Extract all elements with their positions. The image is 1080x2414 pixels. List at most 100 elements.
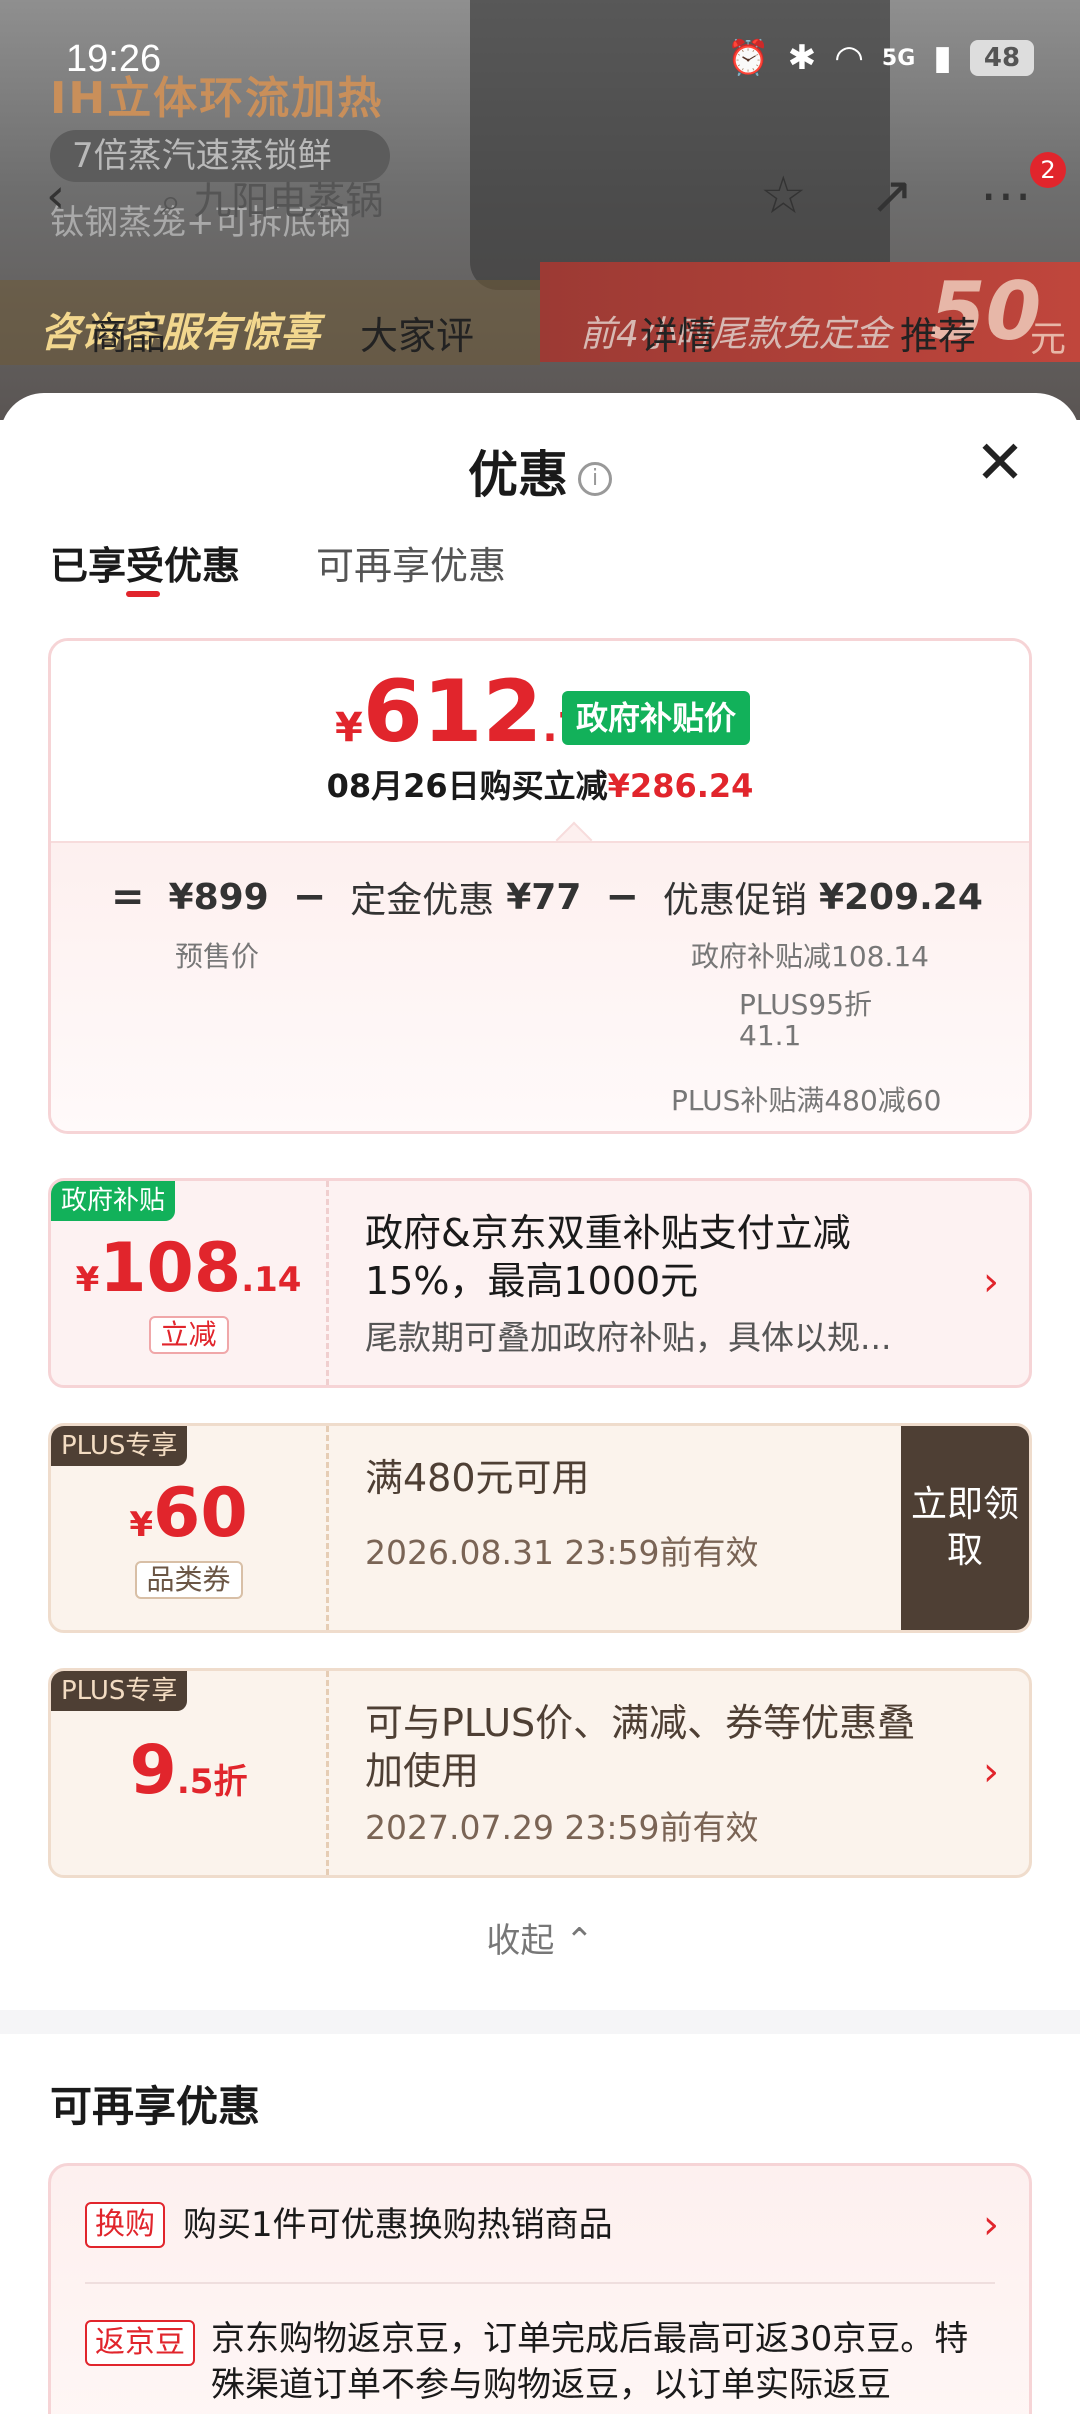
minus-sign: − (292, 874, 327, 920)
plus-bonus-detail: PLUS补贴满480减60 (671, 1084, 942, 1117)
price-summary-upper: ¥ 612 .76 政府补贴价 08月26日购买立减¥286.24 (51, 641, 1029, 841)
share-icon[interactable]: ↗ (870, 166, 914, 226)
price-saving-line: 08月26日购买立减¥286.24 (51, 761, 1029, 807)
price-summary-card: ¥ 612 .76 政府补贴价 08月26日购买立减¥286.24 = ¥899… (48, 638, 1032, 1134)
coupon-desc: 2026.08.31 23:59前有效 (365, 1533, 759, 1572)
search-text: 九阳电蒸锅 (193, 179, 384, 223)
coupon-amount: ¥60 (51, 1474, 326, 1553)
coupon-sub-label: 品类券 (134, 1561, 243, 1599)
plus95-amount: 41.1 (739, 1019, 802, 1052)
presale-label: 预售价 (175, 940, 260, 973)
status-bar: 19:26 ⏰ ✱ ◠ 5G ▮ 48 (0, 0, 1080, 120)
price-breakdown: = ¥899 − 定金优惠 ¥77 − 优惠促销 ¥209.24 预售价 政府补… (51, 841, 1029, 1131)
coupon-amount: ¥108.14 (51, 1229, 326, 1308)
deposit-label: 定金优惠 (350, 880, 495, 921)
sheet-title-text: 优惠 (468, 446, 568, 504)
coupon-amount-dec: .5折 (176, 1762, 248, 1802)
wifi-icon: ◠ (834, 38, 864, 78)
coupon-amount-int: 60 (153, 1474, 248, 1553)
claim-coupon-button[interactable]: 立即领取 (901, 1426, 1029, 1630)
coupon-info: 可与PLUS价、满减、券等优惠叠加使用 2027.07.29 23:59前有效 … (326, 1671, 1029, 1875)
chevron-right-icon[interactable]: › (983, 1749, 999, 1795)
coupon-desc: 2027.07.29 23:59前有效 (365, 1808, 759, 1847)
tab-details[interactable]: 详情 (640, 305, 716, 360)
collapse-label: 收起 (486, 1921, 555, 1961)
status-time: 19:26 (66, 38, 162, 80)
gov-subsidy-detail: 政府补贴减108.14 (691, 940, 929, 973)
plus-discount-coupon[interactable]: PLUS专享 9.5折 可与PLUS价、满减、券等优惠叠加使用 2027.07.… (48, 1668, 1032, 1878)
jingdou-tag: 返京豆 (85, 2320, 195, 2366)
signal-icon: ▮ (933, 38, 952, 78)
coupon-desc: 尾款期可叠加政府补贴，具体以规... (365, 1318, 892, 1357)
gov-price-badge: 政府补贴价 (562, 691, 751, 745)
coupon-amount-dec: .14 (241, 1260, 302, 1300)
tab-enjoyed-discounts[interactable]: 已享受优惠 (50, 535, 240, 597)
sheet-title: 优惠 i (0, 435, 1080, 507)
status-icons: ⏰ ✱ ◠ 5G ▮ 48 (727, 38, 1034, 78)
chevron-right-icon[interactable]: › (983, 2202, 999, 2248)
alarm-icon: ⏰ (727, 38, 770, 78)
price-symbol: ¥ (335, 705, 363, 751)
coupon-value-area: PLUS专享 9.5折 (51, 1671, 326, 1875)
gov-subsidy-coupon[interactable]: 政府补贴 ¥108.14 立减 政府&京东双重补贴支付立减15%，最高1000元… (48, 1178, 1032, 1388)
battery-icon: 48 (970, 40, 1034, 76)
tab-more-discounts[interactable]: 可再享优惠 (316, 535, 506, 590)
minus-sign: − (605, 874, 639, 920)
coupon-amount: 9.5折 (51, 1731, 326, 1810)
favorite-icon[interactable]: ☆ (760, 166, 807, 226)
coupon-info: 满480元可用 2026.08.31 23:59前有效 立即领取 (326, 1426, 1029, 1630)
coupon-tag: 政府补贴 (51, 1181, 176, 1221)
tab-recommend[interactable]: 推荐 (900, 305, 976, 360)
jingdou-text: 京东购物返京豆，订单完成后最高可返30京豆。特殊渠道订单不参与购物返豆，以订单实… (211, 2319, 969, 2405)
promo-yuan: 元 (1030, 319, 1067, 360)
more-discounts-card: 换购 购买1件可优惠换购热销商品 › 返京豆 京东购物返京豆，订单完成后最高可返… (48, 2163, 1032, 2414)
chevron-right-icon[interactable]: › (983, 1259, 999, 1305)
search-icon: ⌕ (160, 179, 194, 223)
more-discounts-title: 可再享优惠 (50, 2082, 261, 2131)
close-icon[interactable]: ✕ (970, 433, 1030, 493)
chevron-up-icon: ⌃ (565, 1921, 594, 1961)
section-divider (0, 2010, 1080, 2034)
presale-price: ¥899 (168, 876, 269, 918)
coupon-value-area: PLUS专享 ¥60 品类券 (51, 1426, 326, 1630)
coupon-title: 可与PLUS价、满减、券等优惠叠加使用 (365, 1701, 916, 1793)
coupon-tag: PLUS专享 (51, 1671, 188, 1711)
search-box[interactable]: ⌕ 九阳电蒸锅 (160, 170, 383, 225)
top-nav: ‹ ⌕ 九阳电蒸锅 ☆ ↗ ⋯ 2 (0, 152, 1080, 240)
coupon-amount-int: 108 (99, 1229, 242, 1308)
plus-category-coupon: PLUS专享 ¥60 品类券 满480元可用 2026.08.31 23:59前… (48, 1423, 1032, 1633)
coupon-symbol: ¥ (129, 1505, 154, 1545)
info-icon[interactable]: i (578, 461, 612, 496)
coupon-value-area: 政府补贴 ¥108.14 立减 (51, 1181, 326, 1385)
tab-goods[interactable]: 商品 (90, 305, 166, 360)
saving-amount: ¥286.24 (607, 767, 754, 805)
network-label: 5G (881, 45, 916, 71)
back-icon[interactable]: ‹ (46, 168, 65, 224)
plus95-detail: PLUS95折 (739, 988, 872, 1021)
coupon-title: 政府&京东双重补贴支付立减15%，最高1000元 (365, 1211, 851, 1303)
promo-value: ¥209.24 (818, 876, 983, 918)
coupon-title: 满480元可用 (365, 1456, 590, 1500)
saving-date-text: 08月26日购买立减 (326, 767, 608, 805)
collapse-button[interactable]: 收起 ⌃ (0, 1913, 1080, 1962)
kefu-text: 咨询客服有惊喜 (40, 310, 320, 356)
price-formula: = ¥899 − 定金优惠 ¥77 − 优惠促销 ¥209.24 (111, 871, 989, 923)
promo-label: 优惠促销 (662, 880, 807, 921)
row-divider (85, 2282, 995, 2284)
discount-tabs: 已享受优惠 可再享优惠 (50, 535, 506, 597)
deposit-value: ¥77 (506, 876, 582, 918)
coupon-info: 政府&京东双重补贴支付立减15%，最高1000元 尾款期可叠加政府补贴，具体以规… (326, 1181, 1029, 1385)
price-integer: 612 (362, 662, 543, 762)
coupon-symbol: ¥ (75, 1260, 100, 1300)
exchange-text[interactable]: 购买1件可优惠换购热销商品 (183, 2202, 613, 2248)
coupon-sub-label: 立减 (148, 1316, 229, 1354)
more-icon[interactable]: ⋯ (980, 166, 1032, 226)
tab-reviews[interactable]: 大家评 (360, 305, 474, 360)
equals-sign: = (111, 874, 145, 920)
coupon-tag: PLUS专享 (51, 1426, 188, 1466)
promo-text: 前4小时尾款免定金 (580, 314, 891, 355)
bluetooth-icon: ✱ (787, 38, 817, 78)
coupon-amount-int: 9 (129, 1731, 177, 1810)
discount-sheet: 优惠i ✕ 已享受优惠 可再享优惠 ¥ 612 .76 政府补贴价 08月26日… (0, 393, 1080, 2414)
more-badge: 2 (1030, 152, 1066, 188)
